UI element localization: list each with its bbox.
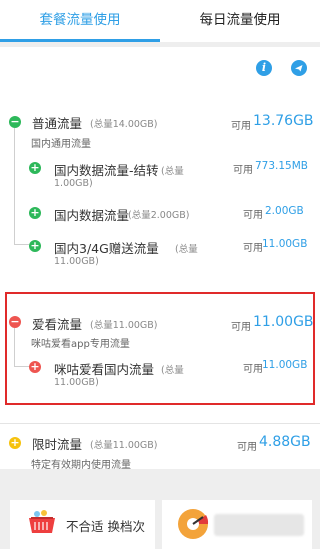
group-total-aikan: (总量11.00GB)	[90, 320, 158, 331]
expand-item-icon[interactable]: +	[29, 207, 41, 219]
divider	[0, 423, 320, 424]
avail-label-aikan: 可用	[231, 322, 251, 333]
avail-value-aikan: 11.00GB	[253, 314, 314, 330]
item-total: (总量	[161, 365, 184, 376]
item-avail-value: 11.00GB	[262, 359, 308, 371]
avail-label-general: 可用	[231, 121, 251, 132]
expand-item-icon[interactable]: +	[29, 240, 41, 252]
expand-item-icon[interactable]: +	[29, 361, 41, 373]
item-total: (总量2.00GB)	[128, 210, 190, 221]
group-title-general: 普通流量	[32, 116, 83, 131]
item-avail-value: 2.00GB	[265, 205, 304, 217]
tree-line	[14, 244, 29, 245]
avail-label-limited: 可用	[237, 442, 257, 453]
item-avail-label: 可用	[243, 243, 263, 254]
group-total-limited: (总量11.00GB)	[90, 440, 158, 451]
tree-line	[14, 366, 29, 367]
item-avail-label: 可用	[233, 165, 253, 176]
collapse-general-icon[interactable]: −	[9, 116, 21, 128]
collapse-aikan-icon[interactable]: −	[9, 316, 21, 328]
item-title: 国内3/4G赠送流量	[54, 241, 159, 256]
item-total: (总量	[161, 166, 184, 177]
item-total: 11.00GB)	[54, 256, 99, 267]
avail-value-general: 13.76GB	[253, 113, 314, 129]
group-title-aikan: 爱看流量	[32, 317, 83, 332]
group-desc-general: 国内通用流量	[31, 139, 91, 150]
tab-daily-usage[interactable]: 每日流量使用	[160, 0, 320, 42]
expand-item-icon[interactable]: +	[29, 162, 41, 174]
item-avail-label: 可用	[243, 210, 263, 221]
avail-value-limited: 4.88GB	[259, 434, 311, 450]
group-total-general: (总量14.00GB)	[90, 119, 158, 130]
send-icon[interactable]	[291, 60, 307, 76]
change-plan-label: 不合适 换档次	[66, 519, 145, 534]
item-total: (总量	[175, 244, 198, 255]
tree-line	[14, 128, 15, 244]
info-icon[interactable]: i	[256, 60, 272, 76]
usage-card	[0, 47, 320, 469]
group-title-limited: 限时流量	[32, 437, 83, 452]
tree-line	[14, 328, 15, 366]
item-avail-label: 可用	[243, 364, 263, 375]
group-desc-limited: 特定有效期内使用流量	[31, 460, 131, 471]
group-desc-aikan: 咪咕爱看app专用流量	[31, 339, 130, 350]
item-total: 11.00GB)	[54, 377, 99, 388]
basket-icon	[29, 510, 55, 533]
expand-limited-icon[interactable]: +	[9, 437, 21, 449]
item-title: 咪咕爱看国内流量	[54, 362, 155, 377]
item-total: 1.00GB)	[54, 178, 93, 189]
gauge-icon	[178, 509, 209, 539]
tab-bar: 套餐流量使用 每日流量使用	[0, 0, 320, 42]
tab-package-usage[interactable]: 套餐流量使用	[0, 0, 160, 42]
item-avail-value: 11.00GB	[262, 238, 308, 250]
blurred-label	[214, 514, 304, 536]
item-title: 国内数据流量	[54, 208, 130, 223]
item-avail-value: 773.15MB	[255, 160, 309, 172]
item-title: 国内数据流量-结转	[54, 163, 159, 178]
